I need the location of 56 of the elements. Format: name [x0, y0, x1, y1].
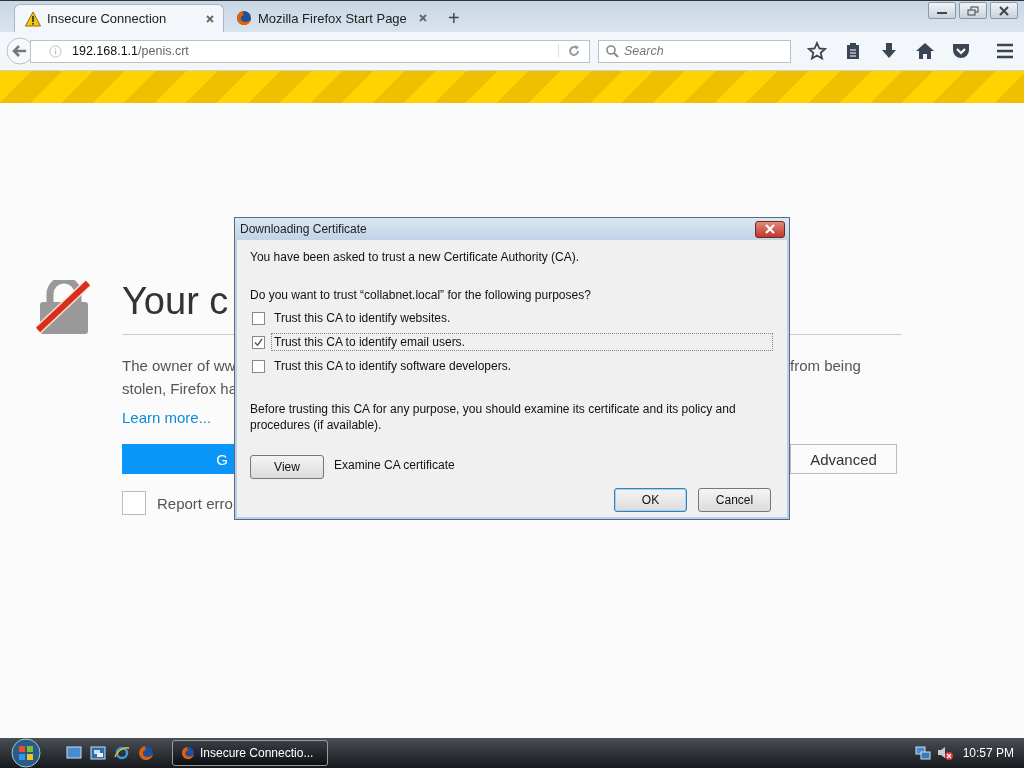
dialog-button[interactable]: OK: [614, 488, 687, 512]
option-label[interactable]: Trust this CA to identify email users.: [271, 333, 773, 351]
dialog-note: Before trusting this CA for any purpose, you should examine its certificate and its policy and procedures (if available).: [250, 401, 737, 433]
search-icon: [605, 44, 619, 58]
desktop-icon[interactable]: [66, 745, 82, 761]
info-icon: [49, 44, 62, 58]
broken-lock-icon: [36, 280, 92, 334]
search-field[interactable]: Search: [598, 39, 791, 63]
warning-icon: [25, 10, 41, 27]
learn-more-link[interactable]: Learn more...: [122, 409, 212, 426]
pocket-icon[interactable]: [951, 41, 971, 61]
dialog-button[interactable]: Cancel: [698, 488, 771, 512]
restore-icon: [967, 5, 979, 16]
firefox-icon: [181, 746, 195, 760]
firefox-icon[interactable]: [138, 745, 154, 761]
new-tab-button[interactable]: +: [438, 7, 470, 32]
network-icon[interactable]: [914, 745, 931, 761]
page-heading: Your c: [122, 279, 229, 324]
menu-icon[interactable]: [995, 41, 1015, 61]
search-input[interactable]: Search: [624, 44, 784, 58]
advanced-button[interactable]: Advanced: [790, 444, 897, 474]
report-checkbox[interactable]: [122, 491, 146, 515]
option-label[interactable]: Trust this CA to identify software developers.: [271, 357, 514, 375]
windows-icon[interactable]: [90, 745, 106, 761]
firefox-icon: [236, 10, 252, 26]
minimize-button[interactable]: [928, 2, 956, 19]
checkbox[interactable]: [252, 335, 265, 349]
star-icon[interactable]: [807, 41, 827, 61]
browser-tab[interactable]: Mozilla Firefox Start Page: [226, 4, 436, 32]
muted-speaker-icon[interactable]: [936, 745, 953, 761]
page-text: The owner of ww: [122, 356, 236, 376]
view-label: Examine CA certificate: [334, 458, 455, 472]
close-icon: [998, 5, 1010, 16]
restore-button[interactable]: [959, 2, 987, 19]
home-icon[interactable]: [915, 41, 935, 61]
url-path: /penis.crt: [138, 44, 189, 58]
close-button[interactable]: [755, 220, 785, 238]
close-icon[interactable]: [418, 13, 428, 23]
browser-icon[interactable]: [114, 745, 130, 761]
browser-tab[interactable]: Insecure Connection: [14, 4, 224, 32]
close-icon: [764, 224, 776, 234]
dialog-text: You have been asked to trust a new Certificate Authority (CA).: [250, 249, 581, 265]
taskbar-button[interactable]: Insecure Connectio...: [172, 740, 328, 766]
report-label: Report erro: [157, 494, 233, 512]
dialog-question: Do you want to trust “collabnet.local” for the following purposes?: [250, 287, 592, 303]
view-button[interactable]: View: [250, 455, 324, 479]
clock: 10:57 PM: [962, 746, 1014, 760]
option-label[interactable]: Trust this CA to identify websites.: [271, 309, 454, 327]
checkbox[interactable]: [252, 359, 265, 373]
page-text: from being: [790, 356, 862, 376]
checkbox[interactable]: [252, 311, 265, 325]
url-host: 192.168.1.1: [72, 44, 139, 58]
close-button[interactable]: [990, 2, 1018, 19]
close-icon[interactable]: [205, 13, 215, 24]
address-bar[interactable]: 192.168.1.1/penis.crt: [30, 39, 590, 63]
dialog-title: Downloading Certificate: [240, 222, 367, 236]
